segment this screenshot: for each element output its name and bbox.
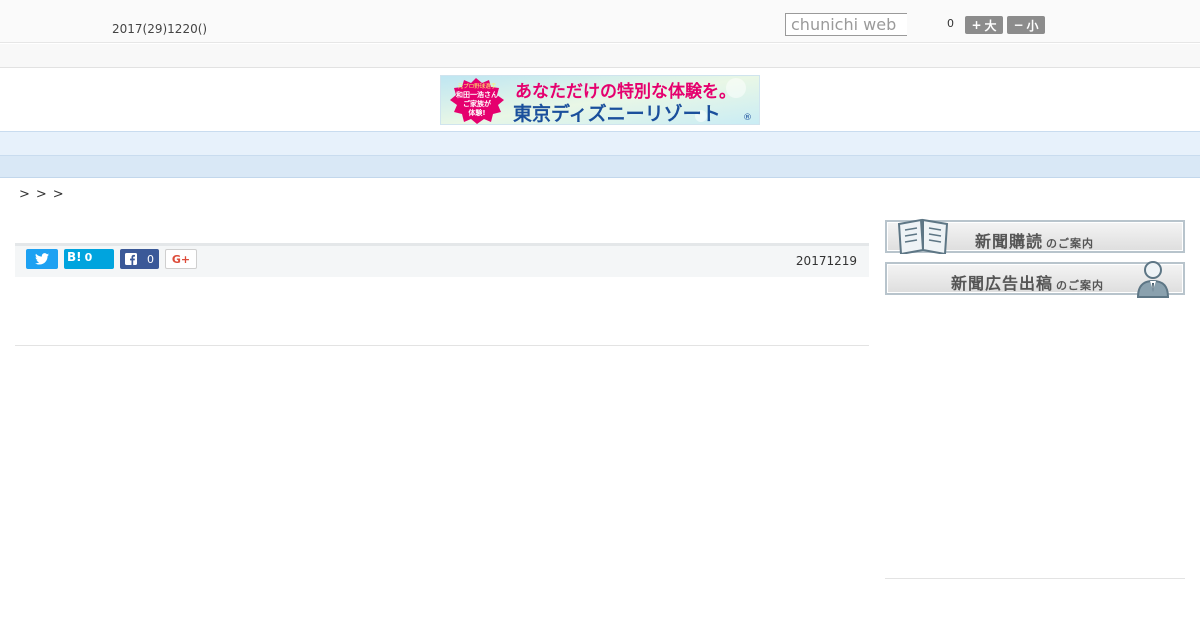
google-plus-icon: G+	[171, 252, 191, 266]
top-utility-bar: 2017(29)1220() 0 + 大 − 小	[0, 0, 1200, 43]
ad-placement-main-text: 新聞広告出稿	[951, 274, 1054, 293]
subscription-sub-text: のご案内	[1046, 237, 1095, 250]
hatena-bookmark-button[interactable]: B! 0	[64, 249, 114, 269]
badge-line-2: 和田一浩さん	[455, 90, 498, 99]
share-bar: B! 0 0 G+ 20171219	[15, 243, 869, 277]
nav-item-7[interactable]	[648, 136, 688, 155]
content-divider	[15, 345, 869, 346]
nav-item-6[interactable]	[568, 136, 608, 155]
minus-icon: −	[1013, 18, 1024, 32]
banner-brand: 東京ディズニーリゾート	[513, 102, 721, 125]
subscription-main-text: 新聞購読	[975, 232, 1044, 251]
font-larger-label: 大	[984, 18, 997, 33]
subscription-label: 新聞購読 のご案内	[975, 228, 1094, 252]
global-nav	[0, 131, 1200, 156]
sub-nav-bar	[0, 156, 1200, 178]
banner-ad[interactable]: 元プロ野球選手 和田一浩さん ご家族が 体験! あなただけの特別な体験を。 東京…	[440, 75, 760, 125]
banner-ad-graphic: 元プロ野球選手 和田一浩さん ご家族が 体験! あなただけの特別な体験を。 東京…	[441, 76, 759, 125]
badge-line-4: 体験!	[468, 108, 485, 117]
ad-placement-sub-text: のご案内	[1056, 279, 1105, 292]
badge-line-1: 元プロ野球選手	[458, 82, 497, 90]
nav-item-1[interactable]	[168, 136, 208, 155]
facebook-count: 0	[147, 252, 154, 266]
counter-value: 0	[947, 17, 954, 30]
nav-item-8[interactable]	[728, 136, 768, 155]
font-size-larger-button[interactable]: + 大	[965, 16, 1003, 34]
newspaper-ad-placement-button[interactable]: 新聞広告出稿 のご案内	[885, 261, 1185, 298]
breadcrumb: >>>	[19, 187, 70, 202]
open-book-icon	[897, 218, 949, 254]
google-plus-share-button[interactable]: G+	[165, 249, 197, 269]
badge-line-3: ご家族が	[463, 99, 491, 108]
plus-icon: +	[971, 18, 982, 32]
hatena-count: 0	[84, 250, 93, 264]
current-date: 2017(29)1220()	[112, 22, 208, 36]
nav-item-4[interactable]	[408, 136, 448, 155]
facebook-icon	[125, 253, 137, 265]
newspaper-subscription-button[interactable]: 新聞購読 のご案内	[885, 218, 1185, 254]
facebook-share-button[interactable]: 0	[120, 249, 159, 269]
nav-item-5[interactable]	[488, 136, 528, 155]
twitter-share-button[interactable]	[26, 249, 58, 269]
font-smaller-label: 小	[1026, 18, 1039, 33]
ad-placement-label: 新聞広告出稿 のご案内	[951, 270, 1104, 294]
businessman-icon	[1136, 261, 1170, 298]
article-date: 20171219	[795, 254, 857, 268]
hatena-icon: B!	[67, 250, 82, 264]
registered-mark: ®	[743, 113, 752, 123]
banner-headline: あなただけの特別な体験を。	[515, 81, 736, 102]
header-sub-bar	[0, 44, 1200, 68]
font-size-smaller-button[interactable]: − 小	[1007, 16, 1045, 34]
twitter-icon	[35, 253, 49, 265]
sidebar-divider	[885, 578, 1185, 579]
nav-item-2[interactable]	[248, 136, 288, 155]
nav-item-9[interactable]	[808, 136, 848, 155]
nav-item-3[interactable]	[328, 136, 368, 155]
search-input[interactable]	[785, 13, 907, 36]
